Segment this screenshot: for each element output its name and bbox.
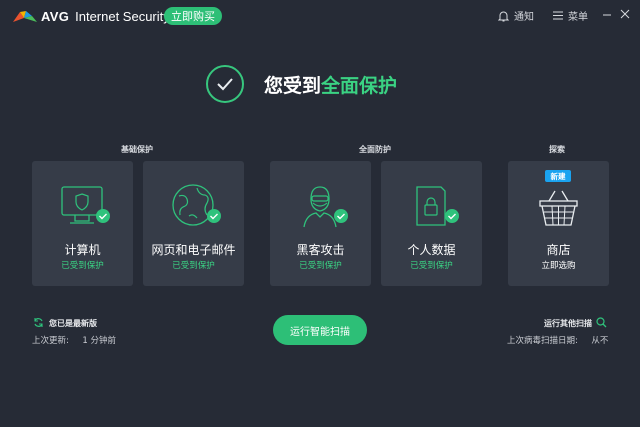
- run-smart-scan-button[interactable]: 运行智能扫描: [273, 315, 367, 345]
- lock-document-icon: [416, 186, 459, 226]
- brand-name: AVG: [41, 9, 70, 24]
- basket-icon: [539, 190, 578, 226]
- refresh-icon: [34, 318, 43, 327]
- minimize-icon[interactable]: [601, 7, 613, 21]
- notifications-button[interactable]: 通知: [498, 8, 534, 23]
- globe-icon: [172, 184, 221, 226]
- avg-logo: AVG Internet Security: [12, 9, 170, 24]
- avg-logo-icon: [13, 11, 37, 22]
- title-bar: AVG Internet Security 立即购买 通知 菜单: [0, 0, 640, 32]
- card-computer[interactable]: 计算机 已受到保护: [32, 161, 133, 286]
- card-status: 已受到保护: [172, 261, 215, 271]
- search-icon[interactable]: [596, 317, 607, 328]
- hamburger-icon: [553, 11, 563, 20]
- hacker-icon: [303, 186, 348, 228]
- close-icon[interactable]: [619, 7, 631, 21]
- card-store[interactable]: 新建 商店 立即选购: [508, 161, 609, 286]
- card-title: 网页和电子邮件: [151, 243, 236, 257]
- last-update-text: 上次更新: 1 分钟前: [32, 336, 116, 346]
- card-title: 个人数据: [407, 243, 456, 257]
- protected-check-icon: [206, 65, 244, 103]
- monitor-shield-icon: [61, 186, 110, 224]
- card-status: 已受到保护: [299, 261, 342, 271]
- card-title: 商店: [546, 243, 571, 257]
- headline-highlight: 全面保护: [321, 75, 398, 97]
- product-name: Internet Security: [75, 9, 170, 24]
- card-title: 黑客攻击: [296, 243, 345, 257]
- card-status: 已受到保护: [410, 261, 453, 271]
- update-status-title: 您已是最新版: [49, 319, 97, 328]
- new-badge: 新建: [545, 170, 571, 182]
- section-basic-protection: 基础保护: [121, 145, 153, 154]
- menu-button[interactable]: 菜单: [553, 8, 588, 23]
- run-other-scan-link[interactable]: 运行其他扫描: [544, 318, 592, 329]
- card-web-email[interactable]: 网页和电子邮件 已受到保护: [143, 161, 244, 286]
- notifications-label: 通知: [514, 12, 534, 23]
- bell-icon: [498, 11, 509, 21]
- card-title: 计算机: [64, 243, 101, 257]
- card-subtitle: 立即选购: [541, 261, 576, 271]
- card-personal-data[interactable]: 个人数据 已受到保护: [381, 161, 482, 286]
- section-full-protection: 全面防护: [359, 145, 391, 154]
- protection-headline: 您受到全面保护: [264, 71, 397, 98]
- menu-label: 菜单: [568, 12, 588, 23]
- card-hacker-attacks[interactable]: 黑客攻击 已受到保护: [270, 161, 371, 286]
- buy-now-button[interactable]: 立即购买: [164, 7, 222, 25]
- headline-prefix: 您受到: [264, 75, 322, 97]
- last-virus-scan-text: 上次病毒扫描日期: 从不: [507, 336, 609, 346]
- section-explore: 探索: [549, 145, 565, 154]
- card-status: 已受到保护: [61, 261, 104, 271]
